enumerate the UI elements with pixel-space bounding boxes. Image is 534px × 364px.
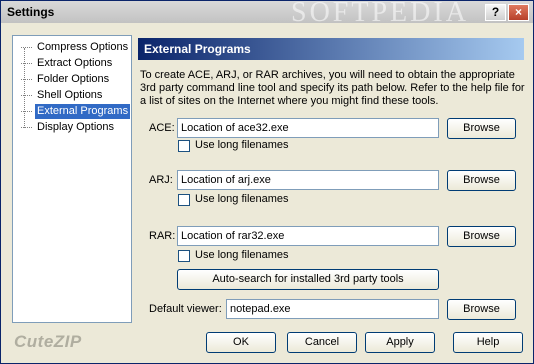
window-title: Settings <box>7 5 55 19</box>
ace-browse-button[interactable]: Browse <box>447 118 516 139</box>
arj-long-filenames-checkbox[interactable] <box>178 194 190 206</box>
tree-item-extract-options[interactable]: Extract Options <box>21 56 117 71</box>
settings-window: Settings SOFTPEDIA ? × Compress Options … <box>0 0 534 364</box>
cancel-button[interactable]: Cancel <box>287 332 357 353</box>
rar-long-filenames-label: Use long filenames <box>195 249 289 261</box>
help-button[interactable]: Help <box>453 332 523 353</box>
autosearch-button[interactable]: Auto-search for installed 3rd party tool… <box>177 269 439 290</box>
close-button[interactable]: × <box>508 4 529 21</box>
rar-long-filenames-checkbox[interactable] <box>178 250 190 262</box>
cutezip-logo: CuteZIP <box>14 332 82 351</box>
tree-item-label: Compress Options <box>37 41 129 53</box>
ok-button[interactable]: OK <box>206 332 276 353</box>
ace-path-input[interactable]: Location of ace32.exe <box>177 118 439 138</box>
default-viewer-input[interactable]: notepad.exe <box>226 299 439 319</box>
apply-button[interactable]: Apply <box>365 332 435 353</box>
tree-item-label: Display Options <box>37 121 115 133</box>
tree-item-label: Shell Options <box>37 89 103 101</box>
arj-label: ARJ: <box>149 174 173 186</box>
default-viewer-label: Default viewer: <box>149 303 222 315</box>
tree-item-label: External Programs <box>35 104 131 119</box>
tree-item-folder-options[interactable]: Folder Options <box>21 72 114 87</box>
tree-item-display-options[interactable]: Display Options <box>21 120 119 135</box>
help-title-button[interactable]: ? <box>485 4 506 21</box>
rar-browse-button[interactable]: Browse <box>447 226 516 247</box>
panel-header: External Programs <box>138 38 524 60</box>
ace-label: ACE: <box>149 122 175 134</box>
tree-item-compress-options[interactable]: Compress Options <box>21 40 133 55</box>
ace-long-filenames-label: Use long filenames <box>195 139 289 151</box>
title-bar[interactable]: Settings SOFTPEDIA ? × <box>1 0 533 28</box>
tree-item-external-programs[interactable]: External Programs <box>21 104 133 119</box>
viewer-browse-button[interactable]: Browse <box>447 299 516 320</box>
arj-long-filenames-label: Use long filenames <box>195 193 289 205</box>
tree-item-shell-options[interactable]: Shell Options <box>21 88 107 103</box>
panel-description: To create ACE, ARJ, or RAR archives, you… <box>140 69 525 107</box>
rar-label: RAR: <box>149 230 176 242</box>
options-tree[interactable]: Compress Options Extract Options Folder … <box>12 35 132 323</box>
softpedia-watermark: SOFTPEDIA <box>291 0 469 28</box>
tree-item-label: Extract Options <box>37 57 113 69</box>
arj-browse-button[interactable]: Browse <box>447 170 516 191</box>
ace-long-filenames-checkbox[interactable] <box>178 140 190 152</box>
rar-path-input[interactable]: Location of rar32.exe <box>177 226 439 246</box>
tree-item-label: Folder Options <box>37 73 110 85</box>
arj-path-input[interactable]: Location of arj.exe <box>177 170 439 190</box>
